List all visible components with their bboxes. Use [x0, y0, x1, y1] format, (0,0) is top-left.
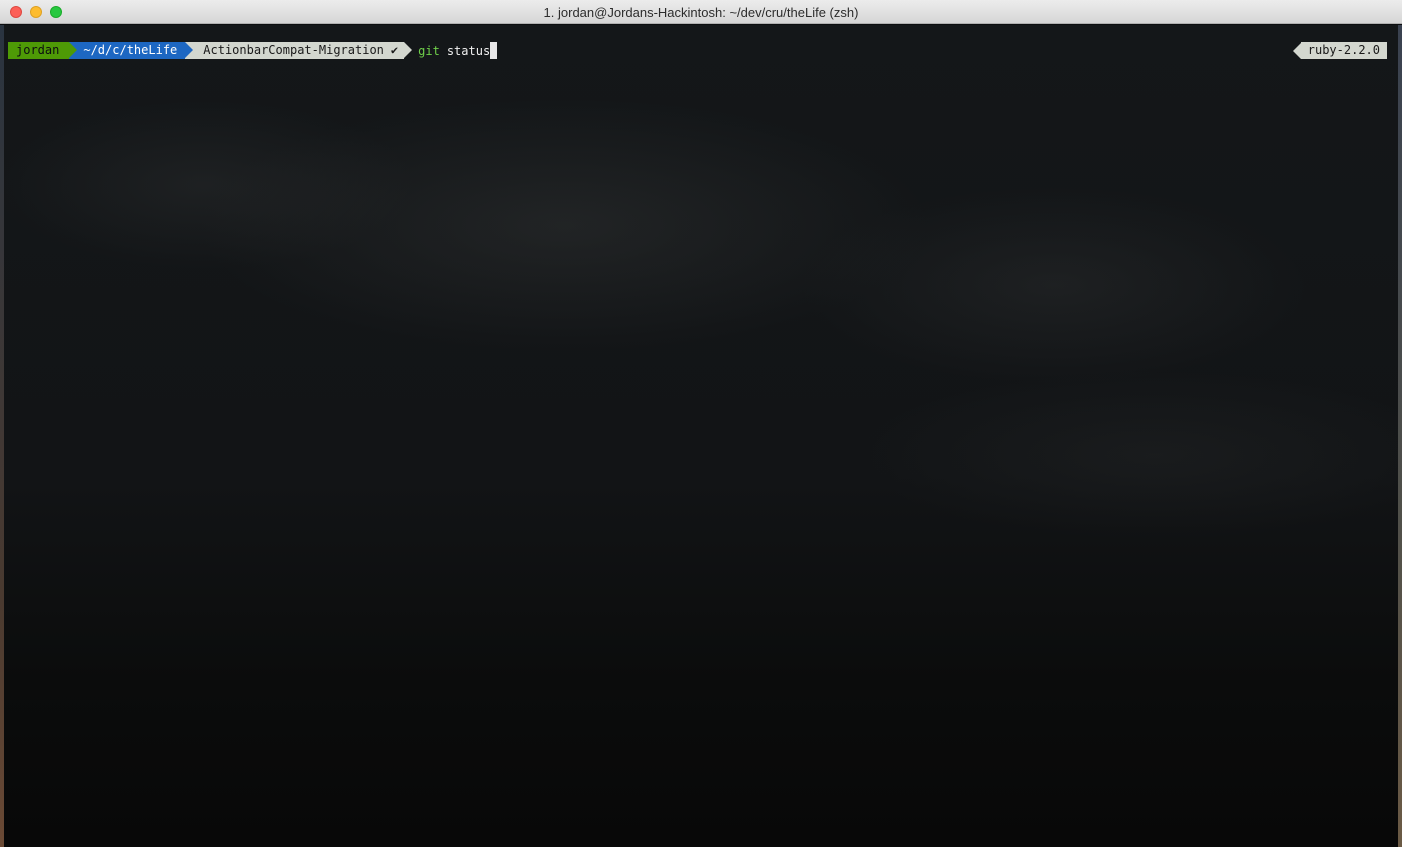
- right-prompt: ruby-2.2.0: [1292, 42, 1387, 59]
- window-title: 1. jordan@Jordans-Hackintosh: ~/dev/cru/…: [543, 5, 859, 20]
- segment-separator: [404, 42, 413, 58]
- desktop-edge-right: [1398, 25, 1402, 847]
- checkmark-icon: ✔: [390, 43, 399, 57]
- segment-separator: [185, 42, 194, 58]
- prompt-path: ~/d/c/theLife: [83, 43, 178, 57]
- command-name: git: [418, 43, 440, 58]
- command-argument: status: [446, 43, 491, 58]
- prompt-git-segment: ActionbarCompat-Migration ✔: [185, 42, 413, 59]
- text-cursor: [490, 42, 498, 59]
- command-input[interactable]: git status: [418, 42, 498, 59]
- prompt-path-segment: ~/d/c/theLife: [69, 42, 194, 59]
- terminal-content[interactable]: jordan ~/d/c/theLife ActionbarCompat-Mig…: [4, 25, 1398, 847]
- prompt-branch: ActionbarCompat-Migration: [203, 43, 384, 57]
- segment-separator: [69, 42, 78, 58]
- title-bar[interactable]: 1. jordan@Jordans-Hackintosh: ~/dev/cru/…: [0, 0, 1402, 24]
- prompt-line: jordan ~/d/c/theLife ActionbarCompat-Mig…: [8, 42, 498, 59]
- segment-separator: [1292, 42, 1301, 59]
- prompt-user-segment: jordan: [8, 42, 78, 59]
- terminal-window: 1. jordan@Jordans-Hackintosh: ~/dev/cru/…: [0, 0, 1402, 847]
- ruby-version: ruby-2.2.0: [1300, 42, 1387, 59]
- prompt-user: jordan: [16, 43, 60, 57]
